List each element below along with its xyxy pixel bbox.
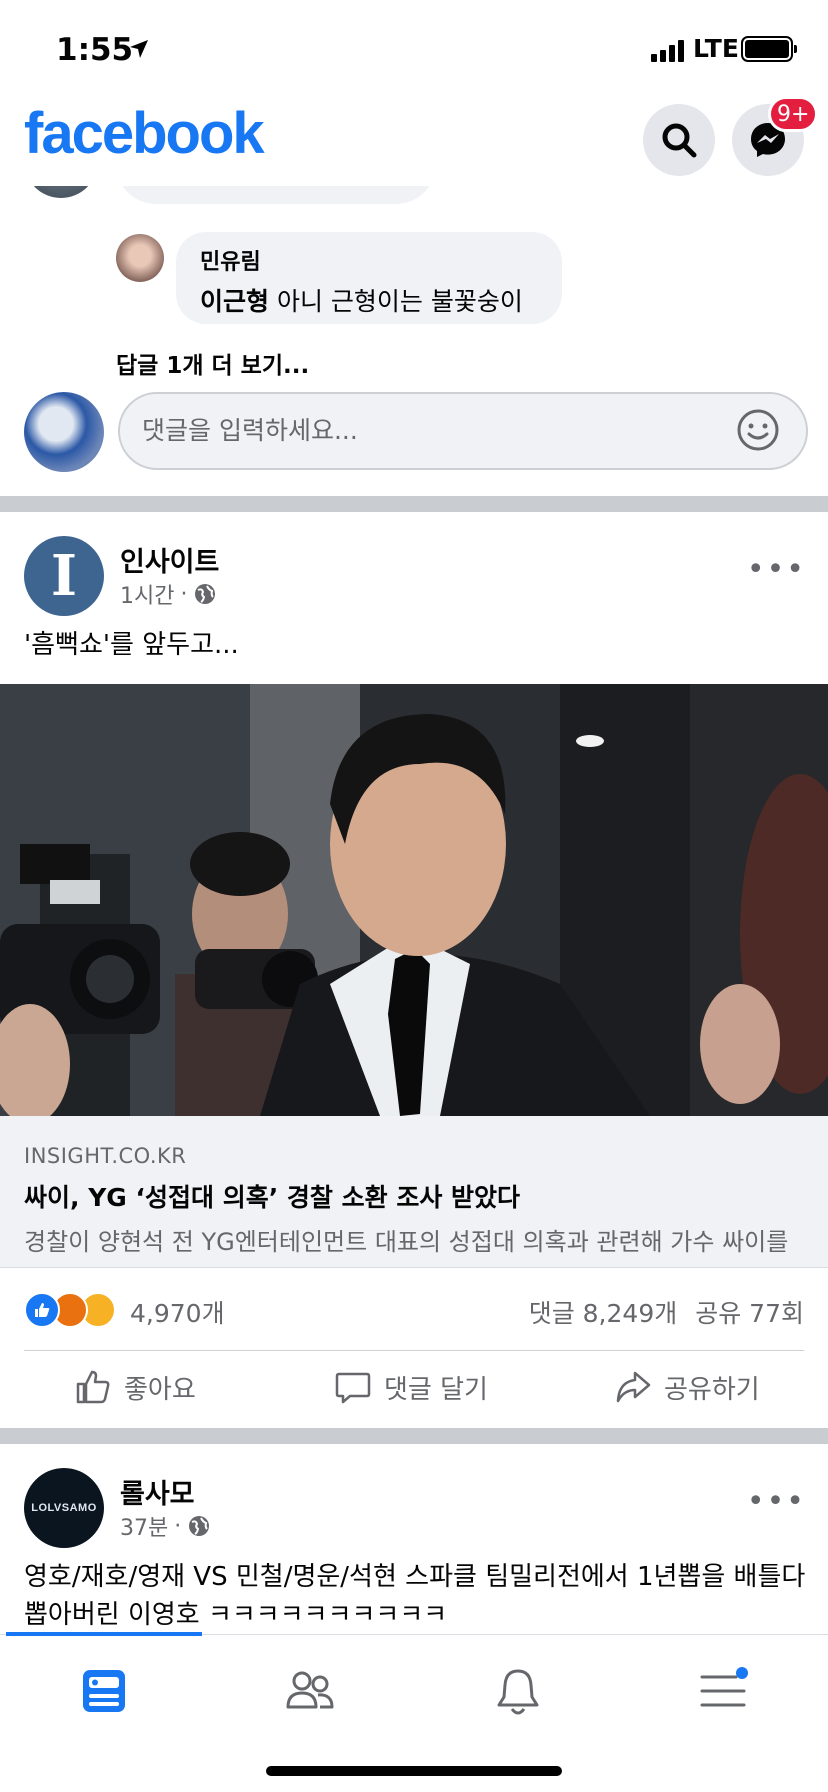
post-text: 영호/재호/영재 VS 민철/명운/석현 스파클 팀밀리전에서 1년뽑을 배틀다…	[24, 1562, 806, 1630]
link-preview[interactable]: INSIGHT.CO.KR 싸이, YG ‘성접대 의혹’ 경찰 소환 조사 받…	[0, 1116, 828, 1268]
friends-icon	[286, 1671, 334, 1709]
feed-divider	[0, 496, 828, 512]
bell-icon	[497, 1669, 539, 1715]
reaction-icons[interactable]	[24, 1292, 124, 1328]
mention-link[interactable]: 이근형	[200, 287, 269, 316]
globe-icon	[189, 1516, 210, 1536]
globe-icon	[195, 584, 216, 604]
comment-count[interactable]: 댓글 8,249개	[529, 1299, 678, 1328]
page-avatar[interactable]: LOLVSAMO	[24, 1468, 104, 1548]
share-button[interactable]: 공유하기	[614, 1368, 760, 1406]
comment-button[interactable]: 댓글 달기	[334, 1368, 488, 1406]
link-domain: INSIGHT.CO.KR	[24, 1144, 187, 1168]
status-time: 1:55	[56, 32, 134, 68]
comment-composer: 댓글을 입력하세요...	[24, 390, 808, 472]
signal-icon	[651, 40, 685, 62]
battery-icon	[741, 36, 797, 62]
tab-news-feed[interactable]	[44, 1655, 164, 1745]
more-options-icon[interactable]: •••	[747, 1484, 806, 1519]
link-title: 싸이, YG ‘성접대 의혹’ 경찰 소환 조사 받았다	[24, 1183, 521, 1212]
reaction-count[interactable]: 4,970개	[130, 1294, 225, 1330]
comment-input[interactable]: 댓글을 입력하세요...	[118, 392, 808, 470]
post-meta: 1시간 ·	[120, 578, 217, 610]
tab-menu[interactable]	[664, 1655, 784, 1745]
location-arrow-icon	[130, 40, 148, 58]
status-bar: 1:55 LTE	[0, 0, 828, 96]
app-header: facebook 9+	[0, 96, 828, 186]
network-label: LTE	[693, 34, 739, 63]
facebook-logo[interactable]: facebook	[24, 100, 265, 167]
menu-icon	[700, 1667, 748, 1707]
search-icon	[662, 123, 697, 158]
share-count[interactable]: 공유 77회	[695, 1299, 804, 1328]
avatar-letter: I	[50, 543, 78, 609]
avatar-text: LOLVSAMO	[31, 1502, 97, 1514]
post-header: I 인사이트 1시간 · •••	[0, 536, 828, 636]
comment-author[interactable]: 민유림	[200, 244, 538, 276]
news-feed-icon	[83, 1670, 125, 1712]
comment-label: 댓글 달기	[384, 1374, 488, 1405]
comment-body: 아니 근형이는 불꽃숭이	[269, 287, 523, 316]
actions-divider	[24, 1350, 804, 1351]
more-options-icon[interactable]: •••	[747, 552, 806, 587]
tab-notifications[interactable]	[458, 1655, 578, 1745]
like-reaction-icon	[24, 1292, 60, 1328]
post-actions: 좋아요 댓글 달기 공유하기	[0, 1352, 828, 1428]
emoji-icon[interactable]	[736, 408, 780, 452]
post-header: LOLVSAMO 롤사모 37분 · •••	[0, 1468, 828, 1568]
post-time[interactable]: 1시간	[120, 578, 174, 610]
feed-divider	[0, 1428, 828, 1444]
active-tab-indicator	[6, 1632, 202, 1636]
view-more-replies-link[interactable]: 답글 1개 더 보기...	[116, 346, 309, 380]
like-button[interactable]: 좋아요	[74, 1368, 196, 1406]
meta-separator: ·	[174, 1513, 182, 1539]
thumbs-up-icon	[76, 1370, 110, 1404]
search-button[interactable]	[643, 104, 715, 176]
comment-text: 이근형 아니 근형이는 불꽃숭이	[200, 282, 538, 318]
like-label: 좋아요	[124, 1374, 196, 1405]
news-photo	[0, 684, 828, 1116]
page-name[interactable]: 롤사모	[120, 1472, 195, 1511]
share-icon	[616, 1371, 651, 1403]
page-avatar[interactable]: I	[24, 536, 104, 616]
messenger-badge: 9+	[768, 96, 819, 132]
comment-bubble[interactable]: 민유림 이근형 아니 근형이는 불꽃숭이	[176, 232, 562, 324]
post-text: '흠뻑쇼'를 앞두고...	[24, 630, 239, 660]
avatar[interactable]	[116, 234, 164, 282]
user-avatar	[24, 392, 104, 472]
page-name[interactable]: 인사이트	[120, 540, 219, 579]
post-meta: 37분 ·	[120, 1510, 211, 1542]
post-time[interactable]: 37분	[120, 1510, 168, 1542]
share-label: 공유하기	[664, 1374, 760, 1405]
engagement-counts: 댓글 8,249개 공유 77회	[529, 1294, 804, 1330]
post-photo[interactable]	[0, 684, 828, 1116]
home-indicator[interactable]	[266, 1766, 562, 1776]
meta-separator: ·	[180, 581, 188, 607]
reaction-summary: 4,970개 댓글 8,249개 공유 77회	[24, 1290, 804, 1330]
tab-friends[interactable]	[250, 1655, 370, 1745]
comment-icon	[335, 1372, 371, 1404]
link-description: 경찰이 양현석 전 YG엔터테인먼트 대표의 성접대 의혹과 관련해 가수 싸이…	[24, 1228, 789, 1256]
